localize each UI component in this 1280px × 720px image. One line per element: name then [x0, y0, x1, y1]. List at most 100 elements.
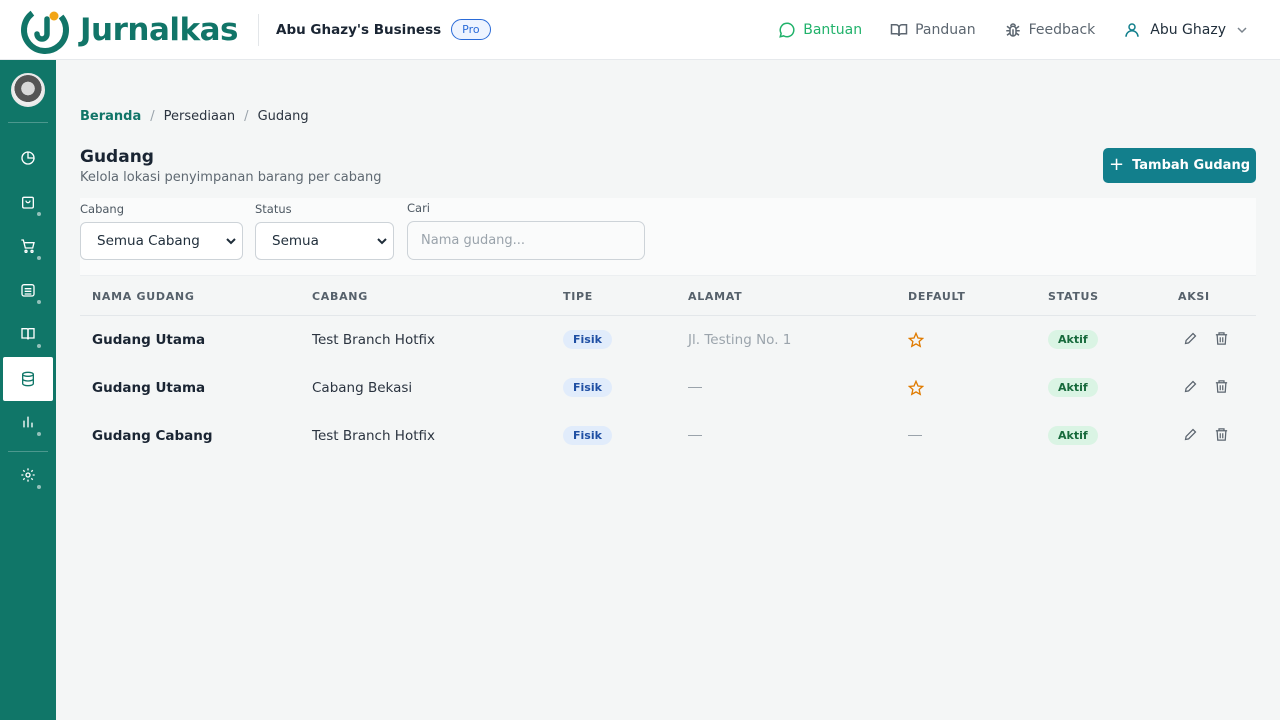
breadcrumb-separator: / — [244, 109, 249, 124]
trash-icon[interactable] — [1214, 427, 1229, 442]
brand-name: Jurnalkas — [80, 11, 239, 48]
trash-icon[interactable] — [1214, 331, 1229, 346]
warehouse-name: Gudang Utama — [92, 332, 206, 348]
search-label: Cari — [407, 201, 430, 215]
bug-icon — [1005, 23, 1020, 37]
type-badge: Fisik — [563, 426, 612, 445]
warehouse-name: Gudang Cabang — [92, 428, 213, 444]
warehouse-address: Jl. Testing No. 1 — [688, 332, 792, 348]
warehouse-name: Gudang Utama — [92, 380, 206, 396]
column-header[interactable]: STATUS — [1048, 290, 1099, 303]
sidebar-divider — [8, 122, 48, 123]
shopping-bag-icon — [22, 196, 34, 209]
avatar[interactable] — [11, 73, 45, 107]
user-name: Abu Ghazy — [1150, 22, 1226, 38]
warehouse-panel: Cabang Semua Cabang Status Semua Cari Na… — [80, 198, 1256, 460]
page-title: Gudang — [80, 147, 154, 167]
sidebar-item-dashboard[interactable] — [0, 136, 56, 180]
search-placeholder: Nama gudang... — [421, 233, 526, 248]
header-divider — [258, 13, 259, 46]
table-row[interactable]: Gudang Utama Test Branch Hotfix Fisik Jl… — [80, 316, 1256, 364]
edit-icon[interactable] — [1183, 379, 1198, 394]
sidebar — [0, 60, 56, 720]
chat-bubble-icon — [779, 22, 795, 38]
top-bar: Jurnalkas Abu Ghazy's Business Pro Bantu… — [0, 0, 1280, 60]
feedback-label: Feedback — [1028, 22, 1096, 38]
sidebar-item-reports[interactable] — [0, 400, 56, 444]
table-row[interactable]: Gudang Utama Cabang Bekasi Fisik Aktif — [80, 364, 1256, 412]
breadcrumb-current: Gudang — [257, 109, 309, 124]
branch-select[interactable]: Semua Cabang — [80, 222, 243, 260]
star-icon[interactable] — [908, 332, 924, 348]
type-badge: Fisik — [563, 330, 612, 349]
feedback-link[interactable]: Feedback — [1004, 21, 1096, 39]
submenu-dot — [37, 300, 41, 304]
filter-bar: Cabang Semua Cabang Status Semua Cari Na… — [80, 198, 1256, 276]
table-row[interactable]: Gudang Cabang Test Branch Hotfix Fisik A… — [80, 412, 1256, 460]
branch-filter-label: Cabang — [80, 202, 125, 216]
database-icon — [22, 371, 34, 387]
add-warehouse-button[interactable]: + Tambah Gudang — [1103, 148, 1256, 183]
column-header[interactable]: ALAMAT — [688, 290, 742, 303]
sidebar-item-purchase[interactable] — [0, 224, 56, 268]
chevron-down-icon — [226, 238, 236, 245]
column-header[interactable]: TIPE — [563, 290, 593, 303]
warehouse-branch: Test Branch Hotfix — [312, 428, 435, 444]
column-header[interactable]: DEFAULT — [908, 290, 966, 303]
table-header: NAMA GUDANG CABANG TIPE ALAMAT DEFAULT S… — [80, 276, 1256, 316]
user-menu[interactable]: Abu Ghazy — [1123, 21, 1247, 39]
warehouse-branch: Test Branch Hotfix — [312, 332, 435, 348]
column-header[interactable]: CABANG — [312, 290, 368, 303]
star-icon[interactable] — [908, 380, 924, 396]
sidebar-item-inventory[interactable] — [3, 357, 53, 401]
branch-select-value: Semua Cabang — [97, 233, 200, 249]
warehouse-branch: Cabang Bekasi — [312, 380, 413, 396]
submenu-dot — [37, 256, 41, 260]
chevron-down-icon — [377, 238, 387, 245]
empty-default-dash — [908, 435, 922, 436]
plan-badge: Pro — [451, 19, 491, 40]
gear-icon — [21, 468, 35, 482]
status-select-value: Semua — [272, 233, 319, 249]
sidebar-item-ledger[interactable] — [0, 312, 56, 356]
user-icon — [1125, 23, 1140, 37]
status-badge: Aktif — [1048, 330, 1098, 349]
search-input[interactable]: Nama gudang... — [407, 221, 645, 260]
guide-label: Panduan — [915, 22, 976, 38]
edit-icon[interactable] — [1183, 331, 1198, 346]
status-filter-label: Status — [255, 202, 292, 216]
status-select[interactable]: Semua — [255, 222, 394, 260]
breadcrumb-section[interactable]: Persediaan — [164, 109, 236, 124]
breadcrumb-home[interactable]: Beranda — [80, 109, 141, 124]
guide-link[interactable]: Panduan — [890, 21, 976, 39]
breadcrumb: Beranda / Persediaan / Gudang — [80, 109, 309, 124]
chevron-down-icon — [1237, 27, 1247, 34]
business-name[interactable]: Abu Ghazy's Business — [276, 22, 441, 38]
trash-icon[interactable] — [1214, 379, 1229, 394]
chart-pie-icon — [21, 151, 35, 165]
sidebar-item-settings[interactable] — [0, 453, 56, 497]
sidebar-divider — [8, 451, 48, 452]
page-subtitle: Kelola lokasi penyimpanan barang per cab… — [80, 170, 382, 185]
help-label: Bantuan — [803, 22, 863, 38]
column-header[interactable]: NAMA GUDANG — [92, 290, 195, 303]
help-link[interactable]: Bantuan — [778, 21, 862, 39]
empty-address-dash — [688, 387, 702, 388]
add-warehouse-label: Tambah Gudang — [1132, 158, 1251, 173]
empty-address-dash — [688, 435, 702, 436]
sidebar-item-sales[interactable] — [0, 180, 56, 224]
submenu-dot — [37, 485, 41, 489]
cart-icon — [21, 239, 35, 253]
bar-chart-icon — [23, 416, 33, 428]
brand-logo[interactable]: Jurnalkas — [20, 5, 258, 55]
book-icon — [21, 328, 35, 340]
sidebar-item-bank[interactable] — [0, 268, 56, 312]
plus-icon: + — [1108, 154, 1125, 175]
submenu-dot — [37, 344, 41, 348]
bank-icon — [21, 284, 35, 297]
open-book-icon — [890, 24, 908, 37]
column-header: AKSI — [1178, 290, 1210, 303]
edit-icon[interactable] — [1183, 427, 1198, 442]
status-badge: Aktif — [1048, 378, 1098, 397]
jurnalkas-logo-icon — [21, 5, 69, 54]
